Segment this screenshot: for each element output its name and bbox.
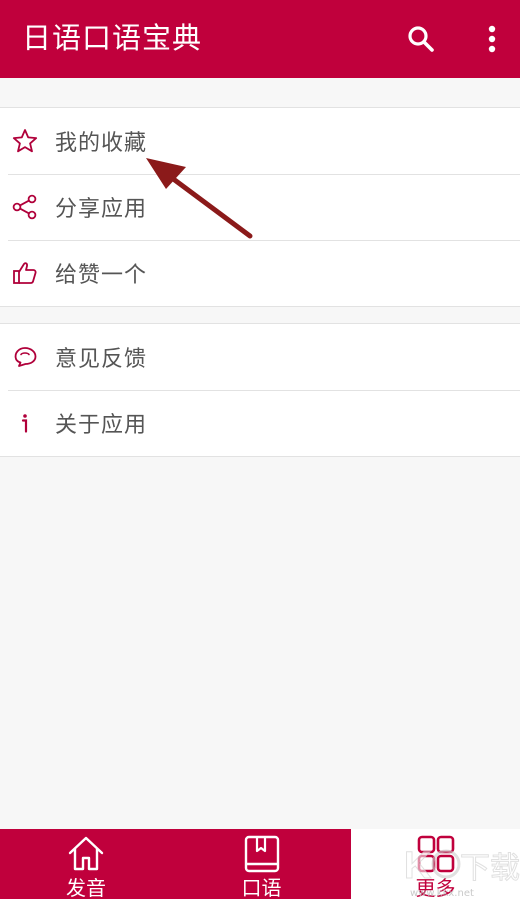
menu-group-main: 我的收藏 分享应用 给赞一个 <box>0 107 520 307</box>
menu-item-label: 关于应用 <box>55 413 148 438</box>
search-button[interactable] <box>396 14 446 64</box>
app-bar: 日语口语宝典 <box>0 0 520 78</box>
menu-item-label: 给赞一个 <box>55 263 148 288</box>
star-outline-icon <box>8 124 42 158</box>
bottom-navigation: 发音 口语 更多 <box>0 829 520 899</box>
home-icon <box>68 836 104 871</box>
menu-item-like[interactable]: 给赞一个 <box>0 240 520 306</box>
menu-item-favorites[interactable]: 我的收藏 <box>0 108 520 174</box>
app-screen: 日语口语宝典 我的收藏 分享应用 给赞一个 意见反馈 关于应用 发音 口语 更多… <box>0 0 520 899</box>
tab-label: 更多 <box>415 876 456 899</box>
tab-speaking[interactable]: 口语 <box>172 829 351 899</box>
menu-item-label: 意见反馈 <box>55 347 148 372</box>
search-icon <box>408 26 434 52</box>
more-vertical-icon <box>488 25 496 53</box>
thumbs-up-icon <box>8 256 42 290</box>
info-icon <box>8 406 42 440</box>
share-icon <box>8 190 42 224</box>
menu-item-feedback[interactable]: 意见反馈 <box>0 324 520 390</box>
grid-icon <box>417 835 454 873</box>
menu-item-label: 我的收藏 <box>55 131 148 156</box>
menu-group-support: 意见反馈 关于应用 <box>0 323 520 457</box>
menu-item-about[interactable]: 关于应用 <box>0 390 520 456</box>
book-icon <box>244 835 279 873</box>
app-title: 日语口语宝典 <box>22 21 203 55</box>
tab-more[interactable]: 更多 <box>351 829 520 899</box>
chat-bubble-icon <box>8 340 42 374</box>
more-options-button[interactable] <box>467 14 517 64</box>
tab-pronunciation[interactable]: 发音 <box>0 829 172 899</box>
menu-item-share[interactable]: 分享应用 <box>0 174 520 240</box>
menu-item-label: 分享应用 <box>55 197 148 222</box>
tab-label: 口语 <box>241 876 282 899</box>
tab-label: 发音 <box>66 876 106 899</box>
